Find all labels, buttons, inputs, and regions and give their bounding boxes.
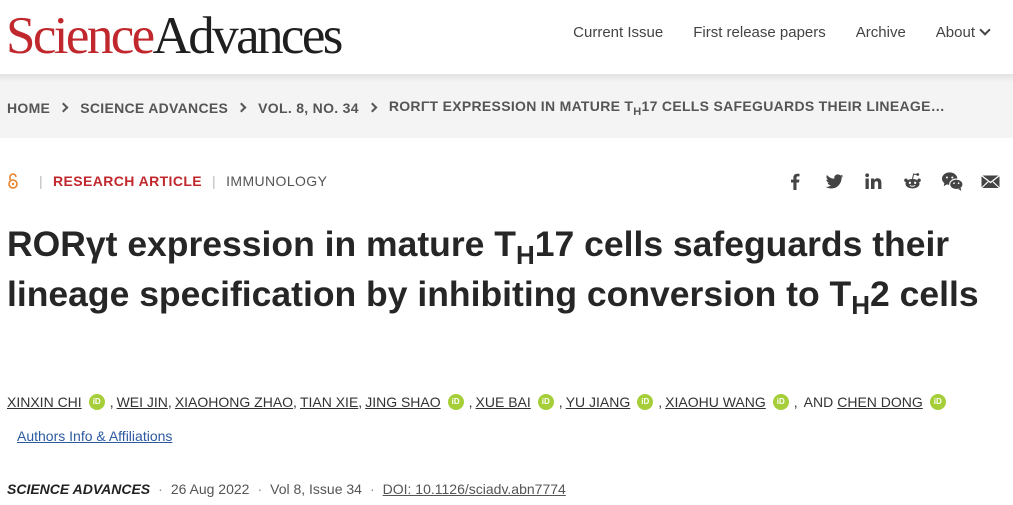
email-icon[interactable] [980, 171, 1001, 192]
breadcrumb-volume[interactable]: VOL. 8, NO. 34 [258, 100, 359, 116]
header-shadow [0, 74, 1013, 82]
chevron-right-icon [58, 102, 69, 113]
doi-link[interactable]: DOI: 10.1126/sciadv.abn7774 [383, 481, 566, 497]
open-access-icon [7, 173, 19, 189]
breadcrumb: HOME SCIENCE ADVANCES VOL. 8, NO. 34 ROR… [7, 98, 945, 118]
author-list: XINXIN CHI iD, WEI JIN, XIAOHONG ZHAO, TI… [7, 394, 951, 410]
meta-divider: | [39, 173, 44, 189]
chevron-right-icon [367, 102, 378, 113]
orcid-icon[interactable]: iD [88, 394, 105, 410]
top-nav: Current Issue First release papers Archi… [573, 24, 991, 41]
author-and: AND [803, 394, 834, 410]
reddit-icon[interactable] [902, 171, 923, 192]
share-bar [785, 171, 1001, 192]
author-link[interactable]: WEI JIN [117, 394, 168, 410]
orcid-icon[interactable]: iD [637, 394, 654, 410]
orcid-icon[interactable]: iD [447, 394, 464, 410]
author-link[interactable]: JING SHAO [365, 394, 440, 410]
article-subject[interactable]: IMMUNOLOGY [226, 173, 327, 189]
article-meta: | RESEARCH ARTICLE | IMMUNOLOGY [7, 173, 327, 189]
chevron-down-icon [979, 24, 991, 36]
site-header: ScienceAdvances Current Issue First rele… [0, 0, 1013, 74]
nav-first-release-papers[interactable]: First release papers [693, 24, 826, 41]
linkedin-icon[interactable] [863, 171, 884, 192]
author-link[interactable]: XINXIN CHI [7, 394, 82, 410]
article-type[interactable]: RESEARCH ARTICLE [53, 173, 202, 189]
publication-date: 26 Aug 2022 [170, 481, 250, 497]
breadcrumb-article: RORΓT EXPRESSION IN MATURE TH17 CELLS SA… [388, 98, 946, 118]
author-link[interactable]: XUE BAI [476, 394, 531, 410]
wechat-icon[interactable] [941, 171, 964, 192]
science-advances-logo[interactable]: ScienceAdvances [6, 6, 343, 66]
journal-name: SCIENCE ADVANCES [7, 481, 151, 497]
volume-issue: Vol 8, Issue 34 [270, 481, 362, 497]
author-link[interactable]: TIAN XIE [300, 394, 358, 410]
breadcrumb-journal[interactable]: SCIENCE ADVANCES [80, 100, 228, 116]
journal-citation: SCIENCE ADVANCES · 26 Aug 2022 · Vol 8, Issu… [7, 481, 566, 497]
author-link[interactable]: YU JIANG [566, 394, 631, 410]
nav-current-issue[interactable]: Current Issue [573, 24, 663, 41]
twitter-icon[interactable] [824, 171, 845, 192]
orcid-icon[interactable]: iD [537, 394, 554, 410]
author-link[interactable]: XIAOHONG ZHAO [175, 394, 293, 410]
article-title: RORγt expression in mature TH17 cells sa… [7, 224, 979, 320]
meta-divider: | [212, 173, 217, 189]
authors-affiliations-link[interactable]: Authors Info & Affiliations [17, 428, 172, 444]
author-link[interactable]: CHEN DONG [837, 394, 923, 410]
nav-about[interactable]: About [936, 24, 991, 41]
nav-archive[interactable]: Archive [856, 24, 906, 41]
orcid-icon[interactable]: iD [772, 394, 789, 410]
author-link[interactable]: XIAOHU WANG [665, 394, 766, 410]
breadcrumb-home[interactable]: HOME [7, 100, 50, 116]
facebook-icon[interactable] [785, 171, 806, 192]
chevron-right-icon [236, 102, 247, 113]
orcid-icon[interactable]: iD [929, 394, 946, 410]
